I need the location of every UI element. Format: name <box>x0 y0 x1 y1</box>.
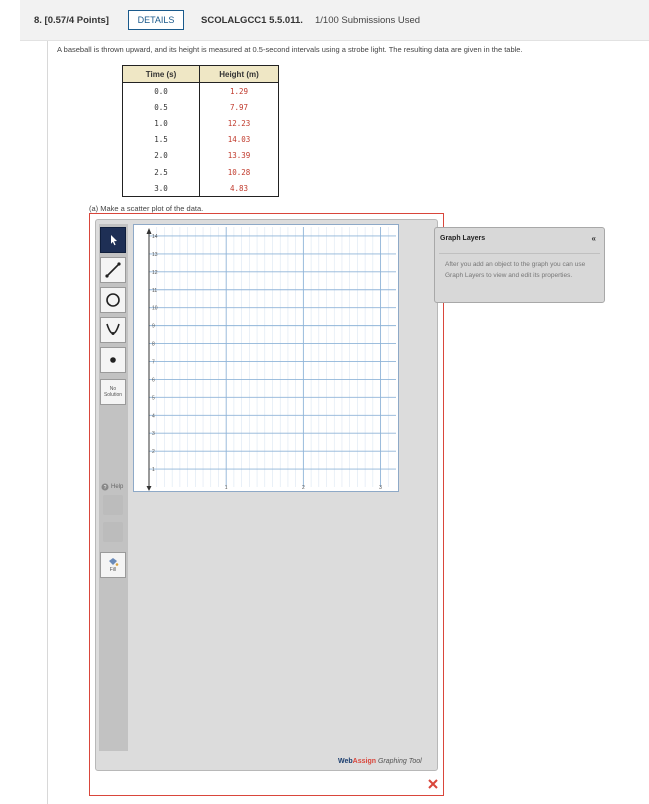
x-tick-label: 3 <box>379 485 382 491</box>
height-cell: 10.28 <box>227 167 251 177</box>
parabola-tool-icon <box>106 323 120 335</box>
height-cell: 1.29 <box>229 86 249 96</box>
collapse-icon[interactable]: « <box>592 234 596 243</box>
no-solution-label: No Solution <box>103 386 123 398</box>
time-cell: 2.5 <box>122 163 200 181</box>
pointer-tool-button[interactable] <box>100 227 126 253</box>
fill-button[interactable]: Fill <box>100 552 126 578</box>
y-tick-label: 13 <box>152 252 158 258</box>
height-cell: 7.97 <box>229 102 249 112</box>
y-tick-label: 4 <box>152 413 155 419</box>
y-tick-label: 5 <box>152 395 155 401</box>
time-cell: 1.0 <box>122 115 200 132</box>
table-row: 2.0 13.39 <box>122 147 279 164</box>
table-row: 1.0 12.23 <box>122 115 279 132</box>
table-row: 1.5 14.03 <box>122 131 279 148</box>
height-cell: 14.03 <box>227 135 251 145</box>
table-header-time: Time (s) <box>122 65 200 83</box>
line-tool-icon <box>105 262 121 278</box>
time-cell: 1.5 <box>122 131 200 148</box>
time-cell: 2.0 <box>122 147 200 164</box>
height-cell: 12.23 <box>227 118 251 128</box>
webassign-brand: WebAssign Graphing Tool <box>338 758 422 765</box>
x-tick-label: 1 <box>225 485 228 491</box>
y-tick-label: 7 <box>152 359 155 365</box>
y-tick-label: 12 <box>152 270 158 276</box>
line-tool-button[interactable] <box>100 257 126 283</box>
table-row: 3.0 4.83 <box>122 180 279 197</box>
graph-layers-title: Graph Layers <box>440 235 486 242</box>
content-divider <box>47 41 48 804</box>
y-tick-label: 2 <box>152 449 155 455</box>
fill-label: Fill <box>109 567 117 573</box>
graph-canvas[interactable]: 1 2 3 1 2 3 4 5 6 7 8 9 10 11 12 13 14 <box>133 224 399 492</box>
time-cell: 0.5 <box>122 99 200 116</box>
y-tick-label: 6 <box>152 377 155 383</box>
time-cell: 3.0 <box>122 180 200 197</box>
circle-tool-button[interactable] <box>100 287 126 313</box>
assignment-code: SCOLALGCC1 5.5.011. <box>201 15 303 26</box>
graph-layers-message: After you add an object to the graph you… <box>439 253 600 301</box>
question-number: 8. [0.57/4 Points] <box>34 15 109 26</box>
part-a-prompt: (a) Make a scatter plot of the data. <box>89 204 204 213</box>
x-tick-label: 2 <box>302 485 305 491</box>
help-label: Help <box>111 484 124 490</box>
y-axis-up-arrow <box>146 228 152 234</box>
details-button[interactable]: DETAILS <box>128 10 184 30</box>
time-cell: 0.0 <box>122 82 200 100</box>
clear-button[interactable] <box>103 522 123 542</box>
no-solution-button[interactable]: No Solution <box>100 379 126 405</box>
y-tick-label: 9 <box>152 324 155 330</box>
circle-tool-icon <box>106 293 120 307</box>
question-header: 8. [0.57/4 Points] DETAILS SCOLALGCC1 5.… <box>20 0 649 41</box>
help-link[interactable]: ? Help <box>101 483 123 491</box>
y-tick-label: 10 <box>152 306 158 312</box>
point-tool-icon <box>110 357 116 363</box>
table-row: 0.0 1.29 <box>122 82 279 100</box>
y-tick-label: 11 <box>152 288 157 294</box>
y-axis-down-arrow <box>146 486 152 491</box>
height-cell: 13.39 <box>227 151 251 161</box>
svg-text:?: ? <box>104 485 107 491</box>
y-tick-label: 8 <box>152 342 155 348</box>
pointer-arrow-icon <box>111 235 117 246</box>
scatter-plot: 1 2 31234567891011121314 <box>146 227 396 491</box>
y-tick-label: 3 <box>152 431 155 437</box>
table-header-height: Height (m) <box>199 65 279 83</box>
table-row: 0.5 7.97 <box>122 99 279 116</box>
close-icon[interactable] <box>427 778 439 790</box>
y-tick-label: 14 <box>152 234 158 240</box>
delete-button[interactable] <box>103 495 123 515</box>
problem-statement: A baseball is thrown upward, and its hei… <box>57 45 523 54</box>
point-tool-button[interactable] <box>100 347 126 373</box>
submissions-count: 1/100 Submissions Used <box>315 15 421 26</box>
data-table: Time (s) Height (m) 0.0 1.29 0.5 7.97 1.… <box>122 65 279 198</box>
fill-bucket-icon <box>109 558 119 566</box>
table-row: 2.5 10.28 <box>122 163 279 181</box>
help-icon: ? <box>101 483 109 491</box>
graph-layers-panel: Graph Layers « After you add an object t… <box>434 227 605 303</box>
y-tick-label: 1 <box>152 467 155 473</box>
height-cell: 4.83 <box>229 183 249 193</box>
parabola-tool-button[interactable] <box>100 317 126 343</box>
